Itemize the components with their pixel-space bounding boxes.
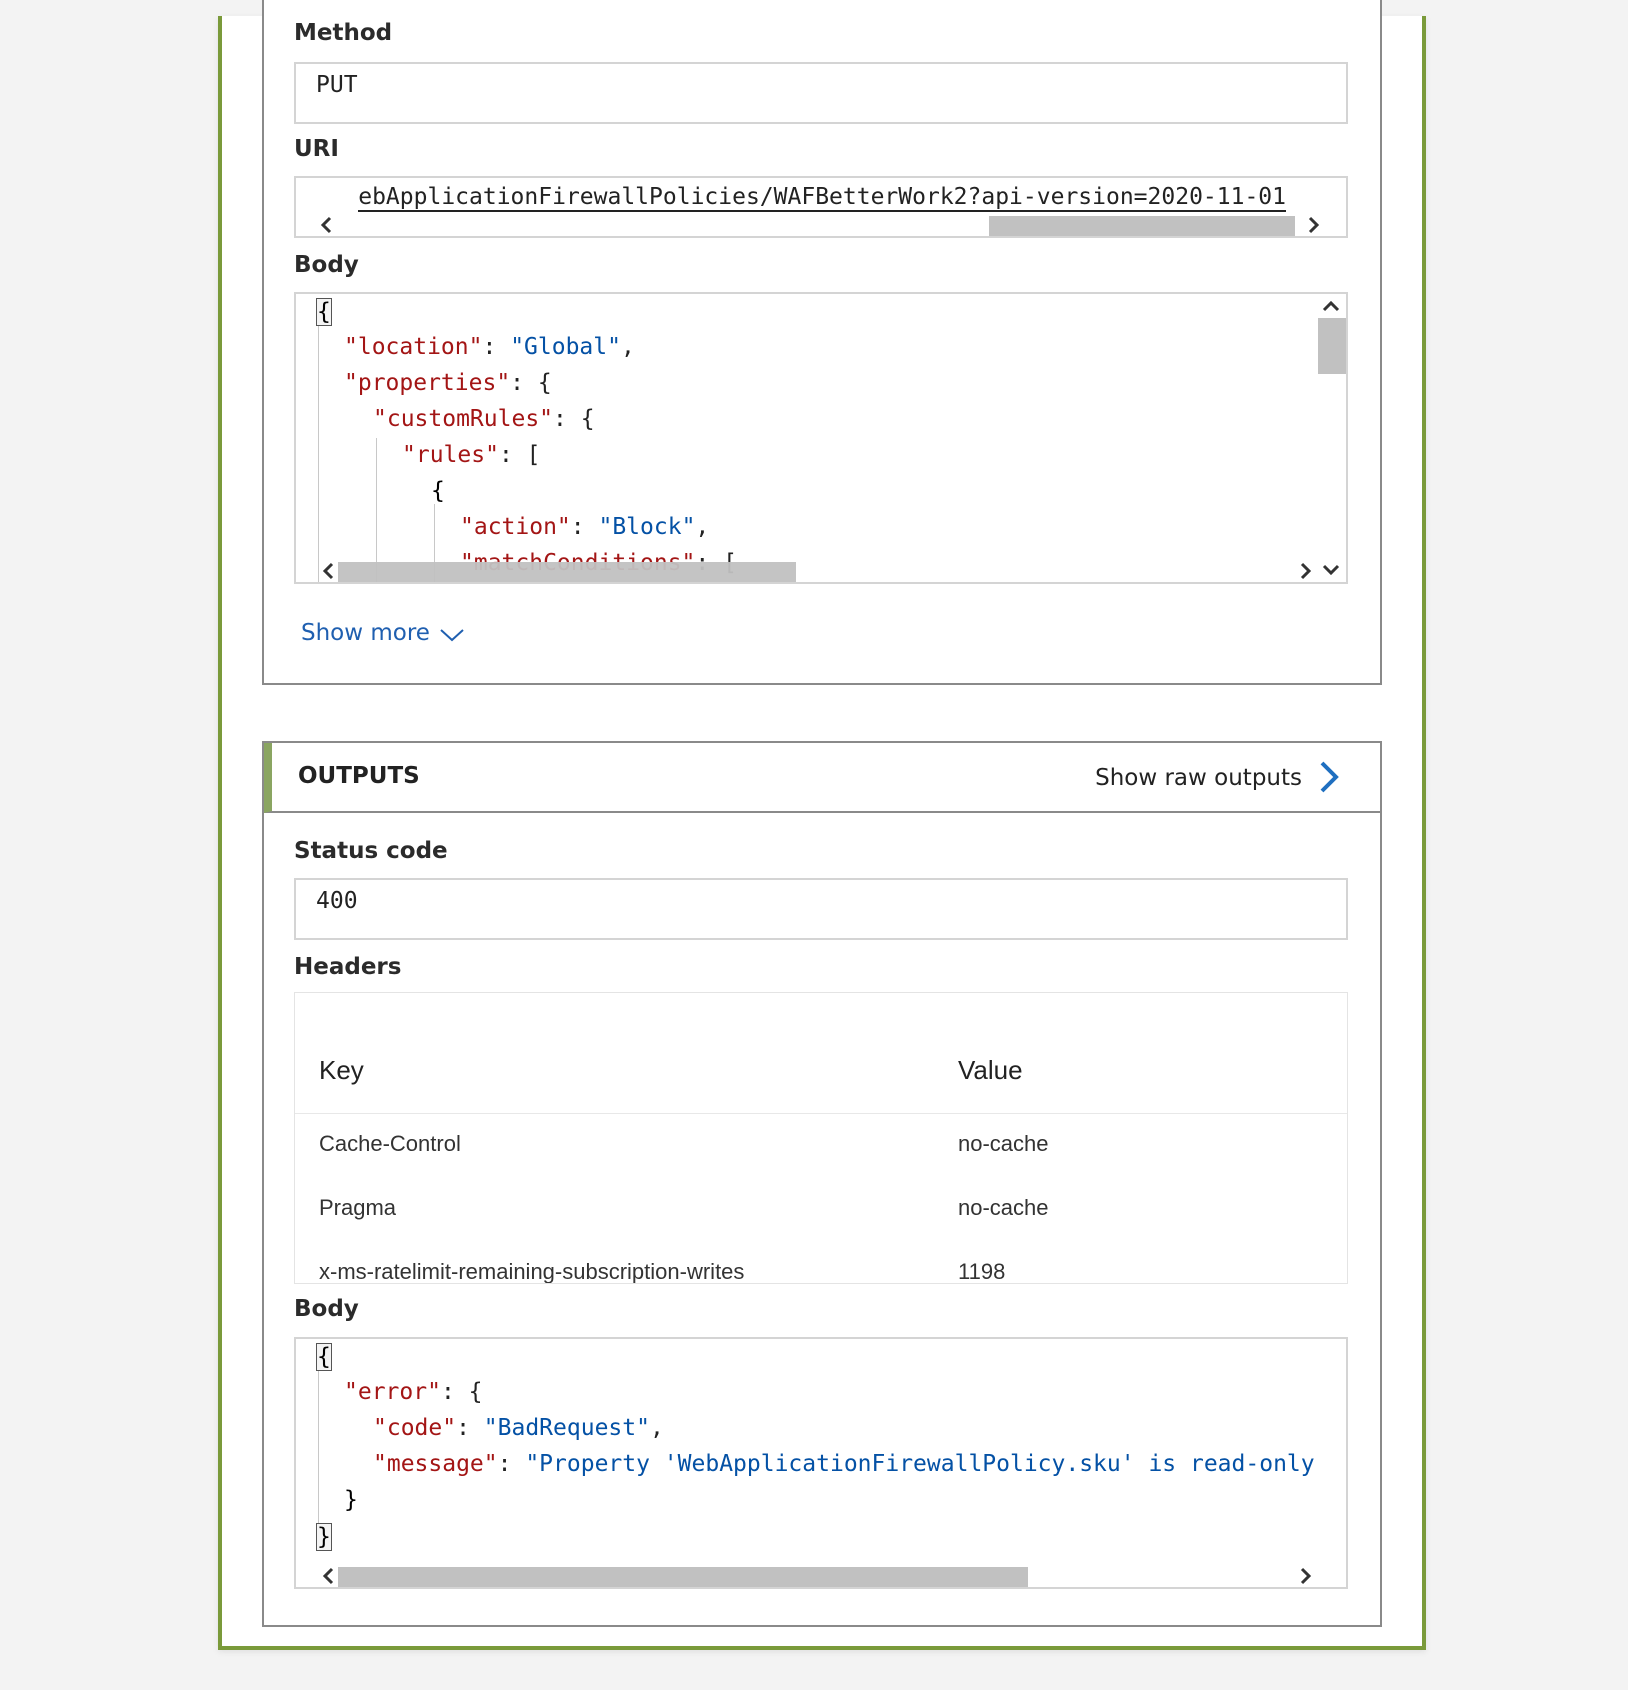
scroll-left-icon[interactable] (318, 1565, 340, 1587)
output-line-4: } (344, 1487, 358, 1513)
method-field: PUT (294, 62, 1348, 124)
table-row-key: Pragma (319, 1195, 397, 1220)
output-body-editor[interactable]: { "error": { "code": "BadRequest", "mess… (294, 1337, 1348, 1589)
input-body-label: Body (294, 252, 359, 278)
input-body-editor[interactable]: { "location": "Global", "properties": { … (294, 292, 1348, 584)
uri-horizontal-scrollbar[interactable] (316, 214, 1320, 236)
status-code-value: 400 (316, 888, 358, 914)
outputs-title: OUTPUTS (298, 763, 420, 789)
header-value-column: Value (958, 1055, 1023, 1085)
output-line-2: "code": "BadRequest", (373, 1415, 664, 1441)
output-line-5: } (316, 1523, 332, 1551)
table-row-key: x-ms-ratelimit-remaining-subscription-wr… (319, 1259, 745, 1284)
table-row-value: no-cache (958, 1195, 1049, 1220)
scroll-right-icon[interactable] (1302, 214, 1324, 236)
body-line-2: "properties": { (344, 370, 552, 396)
body-line-3: "customRules": { (373, 406, 595, 432)
header-key-column: Key (319, 1055, 364, 1085)
uri-label: URI (294, 136, 339, 162)
body-line-1: "location": "Global", (344, 334, 635, 360)
output-line-3: "message": "Property 'WebApplicationFire… (373, 1451, 1315, 1477)
chevron-right-icon[interactable] (1314, 757, 1344, 797)
scroll-down-icon[interactable] (1320, 558, 1342, 580)
body-line-5: { (431, 478, 445, 504)
table-row-key: Cache-Control (319, 1131, 461, 1156)
scroll-right-icon[interactable] (1294, 1565, 1316, 1587)
uri-text-viewport: ebApplicationFirewallPolicies/WAFBetterW… (316, 184, 1286, 214)
show-more-button[interactable]: Show more (301, 620, 464, 646)
headers-table: Key Value Cache-Control no-cache Pragma … (294, 992, 1348, 1284)
body-horizontal-scroll-thumb[interactable] (338, 562, 796, 582)
scroll-left-icon[interactable] (316, 214, 338, 236)
scroll-up-icon[interactable] (1320, 296, 1342, 318)
scroll-left-icon[interactable] (318, 560, 340, 582)
output-line-0: { (316, 1343, 332, 1371)
status-code-field: 400 (294, 878, 1348, 940)
body-vertical-scroll-thumb[interactable] (1318, 318, 1346, 374)
outputs-header: OUTPUTS Show raw outputs (264, 743, 1380, 813)
table-row-value: 1198 (958, 1259, 1006, 1284)
show-raw-outputs-button[interactable]: Show raw outputs (1095, 765, 1302, 791)
chevron-down-icon (440, 629, 464, 642)
scroll-right-icon[interactable] (1294, 560, 1316, 582)
uri-field: ebApplicationFirewallPolicies/WAFBetterW… (294, 176, 1348, 238)
method-label: Method (294, 20, 393, 46)
body-line-4: "rules": [ (402, 442, 541, 468)
body-line-6: "action": "Block", (460, 514, 710, 540)
uri-scroll-thumb[interactable] (989, 216, 1295, 236)
output-line-1: "error": { (344, 1379, 483, 1405)
status-code-label: Status code (294, 838, 448, 864)
table-row-value: no-cache (958, 1131, 1049, 1156)
headers-label: Headers (294, 954, 402, 980)
output-body-label: Body (294, 1296, 359, 1322)
method-value: PUT (316, 72, 358, 98)
body-line-0: { (316, 298, 332, 326)
uri-value: ebApplicationFirewallPolicies/WAFBetterW… (358, 184, 1286, 212)
output-horizontal-scroll-thumb[interactable] (338, 1567, 1028, 1587)
